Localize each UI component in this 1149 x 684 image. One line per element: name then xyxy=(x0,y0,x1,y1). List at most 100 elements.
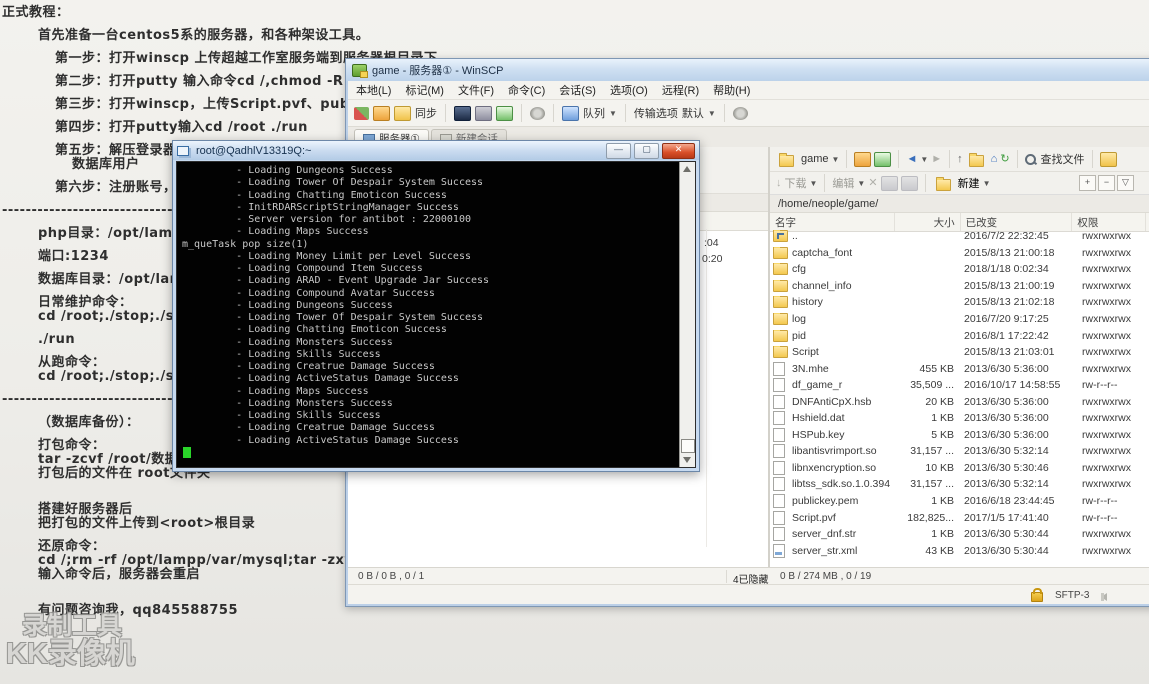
file-rights: rwxrwxrwx xyxy=(1082,296,1131,309)
file-row[interactable]: channel_info 2015/8/13 21:00:19 rwxrwxrw… xyxy=(770,278,1149,295)
directory-dropdown[interactable]: game xyxy=(801,153,829,165)
file-row[interactable]: libtss_sdk.so.1.0.394 31,157 ... 2013/6/… xyxy=(770,476,1149,493)
chevron-down-icon[interactable]: ▼ xyxy=(920,155,928,164)
synchronize-browsing-icon[interactable] xyxy=(373,105,390,121)
file-rights: rwxrwxrwx xyxy=(1082,246,1131,259)
download-button[interactable]: 下载 xyxy=(785,175,807,191)
file-size: 1 KB xyxy=(931,412,954,425)
minimize-button[interactable]: — xyxy=(606,142,631,159)
file-row[interactable]: .. 2016/7/2 22:32:45 rwxrwxrwx root xyxy=(770,228,1149,245)
file-row[interactable]: captcha_font 2015/8/13 21:00:18 rwxrwxrw… xyxy=(770,245,1149,262)
scroll-down-icon[interactable] xyxy=(683,457,691,463)
chevron-down-icon[interactable]: ▼ xyxy=(810,179,818,188)
file-row[interactable]: Script 2015/8/13 21:03:01 rwxrwxrwx root xyxy=(770,344,1149,361)
file-rights: rw-r--r-- xyxy=(1082,511,1118,524)
file-row[interactable]: libnxencryption.so 10 KB 2013/6/30 5:30:… xyxy=(770,460,1149,477)
transfer-options-icon[interactable] xyxy=(732,106,748,120)
winscp-titlebar[interactable]: game - 服务器① - WinSCP — xyxy=(346,59,1149,81)
delete-icon[interactable]: ✕ xyxy=(868,177,877,189)
scrollbar-thumb[interactable] xyxy=(681,439,695,453)
file-row[interactable]: server_str.xml 43 KB 2013/6/30 5:30:44 r… xyxy=(770,542,1149,559)
home-directory-icon[interactable]: ⌂ xyxy=(991,153,998,165)
file-rights: rwxrwxrwx xyxy=(1082,279,1131,292)
terminal-cursor xyxy=(183,446,191,458)
menu-item[interactable]: 标记(M) xyxy=(405,82,444,98)
transfer-preset-label[interactable]: 默认 xyxy=(682,105,704,121)
file-row[interactable]: Script.pvf 182,825... 2017/1/5 17:41:40 … xyxy=(770,509,1149,526)
chevron-down-icon[interactable]: ▼ xyxy=(609,109,617,118)
chevron-down-icon[interactable]: ▼ xyxy=(832,155,840,164)
filter-view-button[interactable]: ▽ xyxy=(1117,175,1134,191)
terminal-console[interactable]: - Loading Dungeons Success - Loading Tow… xyxy=(176,161,696,468)
file-changed: 2015/8/13 21:00:19 xyxy=(964,279,1055,292)
close-button[interactable]: ✕ xyxy=(662,142,695,159)
expand-view-button[interactable]: + xyxy=(1079,175,1096,191)
file-row[interactable]: df_game_r 35,509 ... 2016/10/17 14:58:55… xyxy=(770,377,1149,394)
console-icon[interactable] xyxy=(454,105,471,121)
queue-icon[interactable] xyxy=(562,105,579,121)
properties-icon[interactable] xyxy=(900,175,918,191)
chevron-down-icon[interactable]: ▼ xyxy=(708,109,716,118)
refresh-icon[interactable]: ↻ xyxy=(1000,153,1009,165)
edit-button[interactable]: 编辑 xyxy=(832,175,854,191)
remote-path-bar[interactable]: /home/neople/game/ xyxy=(770,195,1149,213)
parent-directory-icon[interactable]: ↑ xyxy=(957,153,963,165)
plugin-icon[interactable] xyxy=(475,105,492,121)
collapse-view-button[interactable]: − xyxy=(1098,175,1115,191)
file-row[interactable]: 3N.mhe 455 KB 2013/6/30 5:36:00 rwxrwxrw… xyxy=(770,360,1149,377)
panel-icon[interactable] xyxy=(496,105,513,121)
file-row[interactable]: server_dnf.str 1 KB 2013/6/30 5:30:44 rw… xyxy=(770,526,1149,543)
file-row[interactable]: DNFAntiCpX.hsb 20 KB 2013/6/30 5:36:00 r… xyxy=(770,393,1149,410)
queue-label[interactable]: 队列 xyxy=(583,105,605,121)
back-icon[interactable]: ◄ xyxy=(906,153,917,165)
file-size: 1 KB xyxy=(931,495,954,508)
open-directory-icon[interactable] xyxy=(854,151,872,167)
file-row[interactable]: libantisvrimport.so 31,157 ... 2013/6/30… xyxy=(770,443,1149,460)
file-type-icon xyxy=(773,313,788,325)
keys-icon[interactable] xyxy=(1099,151,1117,167)
menu-item[interactable]: 本地(L) xyxy=(356,82,391,98)
root-directory-icon[interactable] xyxy=(968,152,984,167)
rename-icon[interactable] xyxy=(880,175,898,191)
file-row[interactable]: pid 2016/8/1 17:22:42 rwxrwxrwx root xyxy=(770,327,1149,344)
terminal-output: - Loading Dungeons Success - Loading Tow… xyxy=(182,165,678,459)
synchronize-icon[interactable] xyxy=(394,105,411,121)
chevron-down-icon[interactable]: ▼ xyxy=(983,179,991,188)
layout-icon[interactable] xyxy=(354,106,369,120)
maximize-button[interactable]: ▢ xyxy=(634,142,659,159)
file-name: log xyxy=(792,313,807,325)
scroll-up-icon[interactable] xyxy=(683,166,691,172)
putty-titlebar[interactable]: root@QadhlV13319Q:~ — ▢ ✕ xyxy=(173,141,699,160)
file-name: cfg xyxy=(792,263,807,276)
menu-item[interactable]: 文件(F) xyxy=(458,82,494,98)
file-type-icon xyxy=(773,263,788,276)
file-row[interactable]: log 2016/7/20 9:17:25 rwxrwxrwx root xyxy=(770,311,1149,328)
gear-icon[interactable] xyxy=(530,106,545,120)
menu-item[interactable]: 帮助(H) xyxy=(713,82,750,98)
synchronize-label[interactable]: 同步 xyxy=(415,105,437,121)
file-row[interactable]: history 2015/8/13 21:02:18 rwxrwxrwx roo… xyxy=(770,294,1149,311)
forward-icon[interactable]: ► xyxy=(931,153,942,165)
file-type-icon xyxy=(773,346,788,359)
file-rights: rwxrwxrwx xyxy=(1082,329,1131,342)
alerts-icon[interactable] xyxy=(1101,592,1108,601)
file-row[interactable]: Hshield.dat 1 KB 2013/6/30 5:36:00 rwxrw… xyxy=(770,410,1149,427)
chevron-down-icon[interactable]: ▼ xyxy=(857,179,865,188)
file-changed: 2015/8/13 21:02:18 xyxy=(964,296,1055,309)
bookmark-icon[interactable] xyxy=(874,151,892,167)
menu-item[interactable]: 选项(O) xyxy=(610,82,648,98)
watermark-line2: KK录像机 xyxy=(6,637,135,670)
file-row[interactable]: cfg 2018/1/18 0:02:34 rwxrwxrwx root xyxy=(770,261,1149,278)
file-name: libtss_sdk.so.1.0.394 xyxy=(792,478,891,491)
new-button[interactable]: 新建 xyxy=(958,175,980,191)
menu-item[interactable]: 命令(C) xyxy=(508,82,545,98)
file-row[interactable]: HSPub.key 5 KB 2013/6/30 5:36:00 rwxrwxr… xyxy=(770,427,1149,444)
file-row[interactable]: publickey.pem 1 KB 2016/6/18 23:44:45 rw… xyxy=(770,493,1149,510)
file-rights: rwxrwxrwx xyxy=(1082,346,1131,359)
transfer-settings-label[interactable]: 传输选项 xyxy=(634,105,678,121)
find-files-button[interactable]: 查找文件 xyxy=(1041,151,1085,167)
menu-item[interactable]: 远程(R) xyxy=(662,82,699,98)
menu-item[interactable]: 会话(S) xyxy=(559,82,596,98)
terminal-scrollbar[interactable] xyxy=(679,162,695,467)
file-size: 1 KB xyxy=(931,528,954,541)
